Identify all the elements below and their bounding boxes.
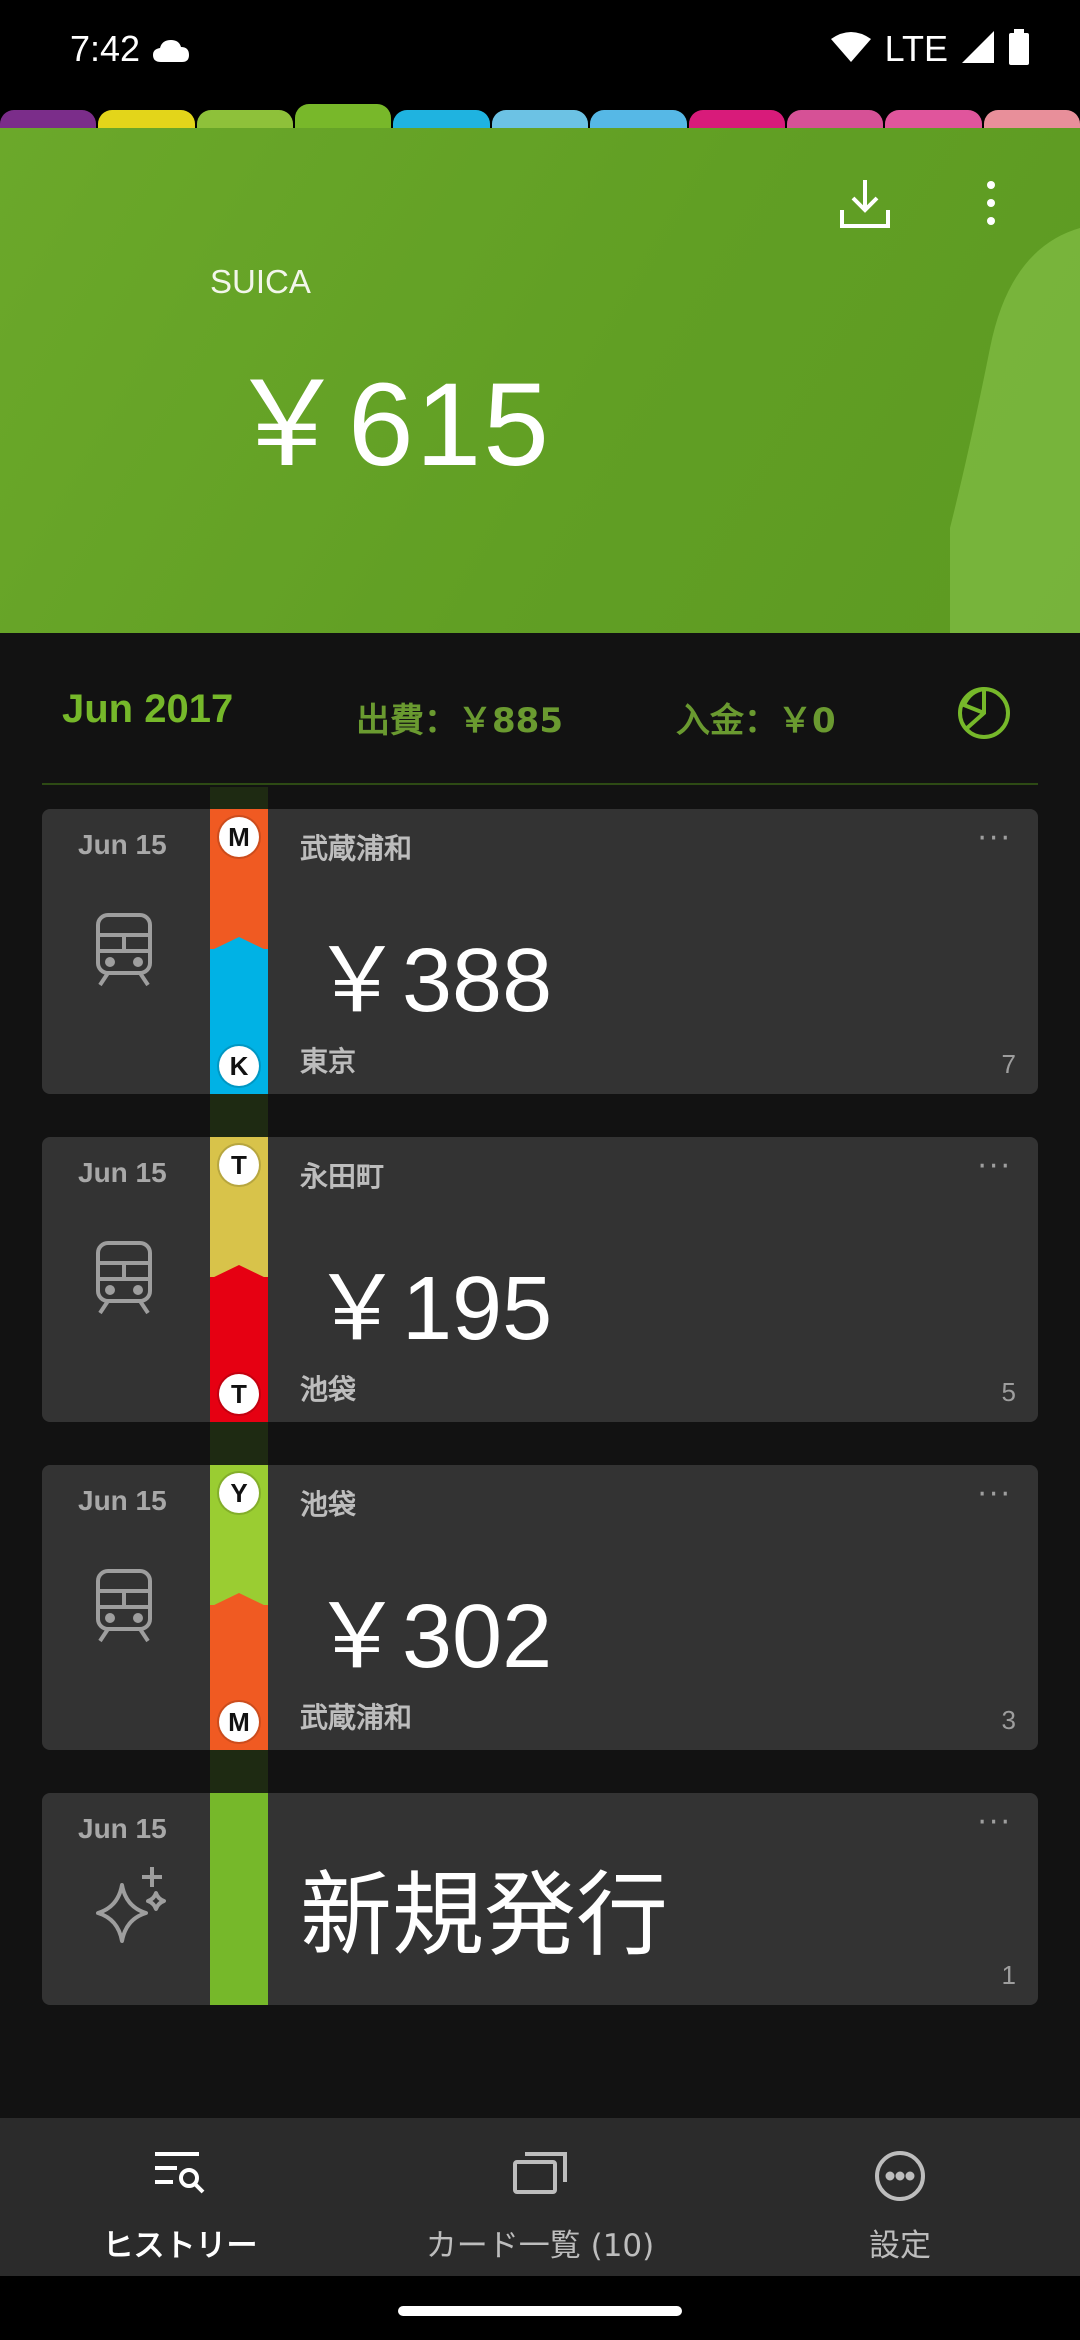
item-more-button[interactable]: ···: [977, 821, 1012, 856]
nav-history[interactable]: ヒストリー: [0, 2118, 360, 2276]
transaction-item[interactable]: Jun 15 T T 永田町 ￥195 池袋 ··· 5: [42, 1137, 1038, 1422]
history-search-icon: [153, 2150, 207, 2198]
status-icons: LTE: [830, 28, 1030, 70]
status-time: 7:42: [70, 28, 141, 69]
from-station: 武蔵浦和: [300, 832, 413, 865]
from-station: 池袋: [300, 1488, 357, 1521]
route-chevron: [210, 1265, 268, 1279]
train-icon: [94, 1239, 154, 1319]
to-station: 池袋: [300, 1373, 357, 1406]
from-line-badge: Y: [219, 1473, 259, 1513]
network-type: LTE: [884, 28, 948, 69]
transaction-date: Jun 15: [78, 1813, 167, 1844]
more-circle-icon: [874, 2150, 926, 2206]
card-header: SUICA ￥615: [0, 128, 1080, 633]
new-issue-label: 新規発行: [300, 1862, 669, 1969]
sparkle-icon: [94, 1863, 172, 1947]
cards-icon: [513, 2150, 567, 2198]
nav-settings-label: 設定: [869, 2228, 931, 2264]
summary-month[interactable]: Jun 2017: [62, 687, 233, 732]
to-line-badge: T: [219, 1374, 259, 1414]
item-more-button[interactable]: ···: [977, 1805, 1012, 1840]
to-station: 東京: [300, 1045, 357, 1078]
nav-settings[interactable]: 設定: [720, 2118, 1080, 2276]
transaction-count: 5: [1001, 1377, 1016, 1407]
route-stripe: M K: [210, 809, 268, 1094]
status-bar: 7:42 LTE: [0, 0, 1080, 110]
transaction-count: 1: [1001, 1960, 1016, 1990]
item-more-button[interactable]: ···: [977, 1149, 1012, 1184]
transaction-date: Jun 15: [78, 1485, 167, 1516]
home-gesture-handle[interactable]: [398, 2306, 682, 2316]
signal-icon: [962, 31, 994, 67]
nav-history-label: ヒストリー: [102, 2228, 258, 2264]
summary-divider: [42, 783, 1038, 785]
nav-cards[interactable]: カード一覧 (10): [360, 2118, 720, 2276]
to-line-badge: M: [219, 1702, 259, 1742]
route-stripe: [210, 1793, 268, 2005]
pie-chart-icon[interactable]: [956, 685, 1012, 745]
battery-icon: [1008, 29, 1030, 69]
route-chevron: [210, 937, 268, 951]
month-summary: Jun 2017 出費：￥885 入金：￥0: [0, 633, 1080, 785]
from-line-badge: M: [219, 817, 259, 857]
card-balance: ￥615: [228, 359, 551, 491]
download-icon[interactable]: [838, 176, 892, 234]
gesture-bar: [0, 2276, 1080, 2340]
transaction-amount: ￥388: [312, 931, 553, 1031]
header-decoration: [950, 228, 1080, 633]
transaction-amount: ￥195: [312, 1259, 553, 1359]
transaction-item[interactable]: Jun 15 M K 武蔵浦和 ￥388 東京 ··· 7: [42, 809, 1038, 1094]
card-name: SUICA: [210, 263, 311, 300]
transaction-item[interactable]: Jun 15 新規発行 ··· 1: [42, 1793, 1038, 2005]
item-more-button[interactable]: ···: [977, 1477, 1012, 1512]
nav-cards-label: カード一覧 (10): [425, 2228, 655, 2264]
cloud-icon: [152, 38, 190, 68]
transaction-count: 7: [1001, 1049, 1016, 1079]
from-line-badge: T: [219, 1145, 259, 1185]
transaction-date: Jun 15: [78, 1157, 167, 1188]
wifi-icon: [830, 31, 871, 67]
more-vert-icon[interactable]: [985, 180, 997, 230]
from-station: 永田町: [300, 1160, 385, 1193]
train-icon: [94, 911, 154, 991]
transaction-amount: ￥302: [312, 1587, 553, 1687]
train-icon: [94, 1567, 154, 1647]
transaction-count: 3: [1001, 1705, 1016, 1735]
route-chevron: [210, 1593, 268, 1607]
transaction-date: Jun 15: [78, 829, 167, 860]
transaction-item[interactable]: Jun 15 Y M 池袋 ￥302 武蔵浦和 ··· 3: [42, 1465, 1038, 1750]
summary-income: 入金：￥0: [676, 701, 836, 741]
to-line-badge: K: [219, 1046, 259, 1086]
route-stripe: Y M: [210, 1465, 268, 1750]
to-station: 武蔵浦和: [300, 1701, 413, 1734]
summary-expense: 出費：￥885: [356, 701, 563, 741]
bottom-nav: ヒストリー カード一覧 (10) 設定: [0, 2118, 1080, 2276]
route-stripe: T T: [210, 1137, 268, 1422]
